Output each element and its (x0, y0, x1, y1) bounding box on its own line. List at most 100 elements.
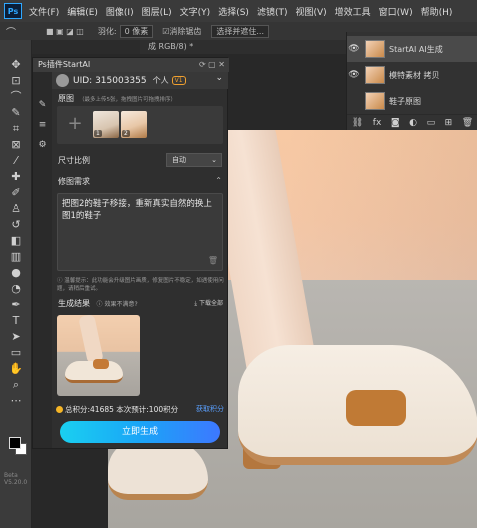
layer-row[interactable]: 鞋子原图 (347, 88, 477, 114)
fx-icon[interactable]: fx (373, 118, 382, 128)
menu-file[interactable]: 文件(F) (25, 5, 63, 18)
menu-help[interactable]: 帮助(H) (417, 5, 457, 18)
layer-thumbnail (365, 92, 385, 110)
bow-image (346, 390, 406, 426)
pen-icon[interactable]: ✒ (8, 298, 24, 312)
eyedropper-icon[interactable]: ⁄ (8, 154, 24, 168)
layer-thumbnail (365, 40, 385, 58)
download-all-button[interactable]: ⤓ 下载全部 (194, 298, 223, 308)
adjust-icon[interactable]: ◐ (409, 118, 417, 128)
clear-text-icon[interactable]: 🗑 (208, 255, 218, 267)
mask-icon[interactable]: ◙ (391, 118, 400, 128)
tools-panel: ✥ ⊡ ⌒ ✎ ⌗ ⊠ ⁄ ✚ ✐ ♙ ↺ ◧ ▥ ● ◔ ✒ T ➤ ▭ ✋ … (0, 40, 32, 528)
visibility-eye-icon[interactable]: 👁 (347, 44, 361, 54)
user-avatar-icon (56, 74, 69, 87)
aspect-ratio-label: 尺寸比例 (58, 155, 90, 165)
visibility-eye-icon[interactable]: 👁 (347, 70, 361, 80)
generate-button[interactable]: 立即生成 (60, 421, 220, 443)
gradient-icon[interactable]: ▥ (8, 250, 24, 264)
document-tab[interactable]: 成 RGB/8) * (140, 40, 360, 54)
antialias-label: 消除锯齿 (169, 26, 202, 36)
brush-icon[interactable]: ✐ (8, 186, 24, 200)
select-and-mask-button[interactable]: 选择并遮住... (211, 24, 270, 38)
menu-view[interactable]: 视图(V) (291, 5, 330, 18)
dodge-icon[interactable]: ◔ (8, 282, 24, 296)
menu-type[interactable]: 文字(Y) (176, 5, 215, 18)
frame-icon[interactable]: ⊠ (8, 138, 24, 152)
move-icon[interactable]: ✥ (8, 58, 24, 72)
chevron-down-icon[interactable]: ⌄ (215, 73, 223, 83)
user-info-row[interactable]: UID: 315003355 个人 V1 ⌄ (52, 72, 228, 89)
aspect-ratio-select[interactable]: 自动 ⌄ (166, 153, 222, 167)
stamp-icon[interactable]: ♙ (8, 202, 24, 216)
menu-bar: Ps 文件(F) 编辑(E) 图像(I) 图层(L) 文字(Y) 选择(S) 滤… (0, 0, 477, 22)
menu-select[interactable]: 选择(S) (214, 5, 253, 18)
result-label: 生成结果 (58, 299, 90, 308)
image-upload-area[interactable]: + 1 2 (57, 106, 223, 144)
zoom-icon[interactable]: ⌕ (8, 378, 24, 392)
uploaded-image-2[interactable]: 2 (121, 111, 147, 138)
lasso-tool-icon[interactable]: ⌒ (6, 24, 16, 39)
more-icon[interactable]: ⋯ (8, 394, 24, 408)
crop-icon[interactable]: ⌗ (8, 122, 24, 136)
plugin-window-controls[interactable]: ⟳ ▢ ✕ (199, 58, 225, 72)
requirement-textarea[interactable]: 把图2的鞋子移接，重新真实自然的换上图1的鞋子 🗑 (57, 193, 223, 271)
settings-gear-icon[interactable]: ⚙ (37, 140, 48, 150)
edit-icon[interactable]: ✎ (37, 100, 48, 110)
add-image-icon[interactable]: + (65, 114, 85, 134)
points-text: 总积分:41685 本次预计:100积分 (65, 404, 179, 414)
vip-badge: V1 (171, 76, 186, 85)
eraser-icon[interactable]: ◧ (8, 234, 24, 248)
layer-thumbnail (365, 66, 385, 84)
selection-mode-icons[interactable]: ■ ▣ ◪ ◫ (46, 27, 84, 36)
antialias-checkbox[interactable]: ☑ (162, 27, 169, 36)
result-header: 生成结果 ⓘ 效果不满意? ⤓ 下载全部 (58, 298, 223, 309)
menu-window[interactable]: 窗口(W) (375, 5, 417, 18)
layers-icon[interactable]: ≡ (37, 120, 48, 130)
hand-icon[interactable]: ✋ (8, 362, 24, 376)
uploaded-image-1[interactable]: 1 (93, 111, 119, 138)
menu-image[interactable]: 图像(I) (102, 5, 138, 18)
menu-layer[interactable]: 图层(L) (138, 5, 176, 18)
plugin-sidebar: ✎ ≡ ⚙ (33, 72, 52, 448)
layers-panel: 👁 StartAI AI生成 👁 模特素材 拷贝 鞋子原图 ⛓ fx ◙ ◐ ▭… (346, 32, 477, 130)
chevron-up-icon[interactable]: ⌃ (215, 176, 222, 185)
type-icon[interactable]: T (8, 314, 24, 328)
requirement-label: 修图需求 (58, 177, 90, 186)
healing-icon[interactable]: ✚ (8, 170, 24, 184)
link-icon[interactable]: ⛓ (352, 118, 363, 128)
menu-plugins[interactable]: 增效工具 (331, 5, 375, 18)
photoshop-window: Ps 文件(F) 编辑(E) 图像(I) 图层(L) 文字(Y) 选择(S) 滤… (0, 0, 477, 528)
coin-icon (56, 405, 63, 413)
rectangle-icon[interactable]: ▭ (8, 346, 24, 360)
layer-row[interactable]: 👁 模特素材 拷贝 (347, 62, 477, 88)
layers-footer: ⛓ fx ◙ ◐ ▭ ⊞ 🗑 (347, 114, 477, 130)
get-points-link[interactable]: 获取积分 (196, 404, 224, 414)
artboard-icon[interactable]: ⊡ (8, 74, 24, 88)
dissatisfied-link[interactable]: ⓘ 效果不满意? (97, 301, 138, 308)
result-thumbnail[interactable] (57, 315, 140, 396)
layer-row[interactable]: 👁 StartAI AI生成 (347, 36, 477, 62)
new-layer-icon[interactable]: ⊞ (445, 118, 453, 128)
version-label: Beta V5.20.0 (4, 472, 28, 486)
folder-icon[interactable]: ▭ (427, 118, 436, 128)
uid-text: UID: 315003355 (73, 75, 147, 86)
quick-select-icon[interactable]: ✎ (8, 106, 24, 120)
startai-plugin-panel: Ps插件StartAI ⟳ ▢ ✕ ✎ ≡ ⚙ UID: 315003355 个… (32, 57, 229, 449)
plugin-title: Ps插件StartAI (38, 60, 91, 69)
path-select-icon[interactable]: ➤ (8, 330, 24, 344)
aspect-ratio-row: 尺寸比例 自动 ⌄ (52, 150, 228, 170)
foreground-color-swatch[interactable] (9, 437, 21, 449)
menu-filter[interactable]: 滤镜(T) (253, 5, 292, 18)
layer-name: 模特素材 拷贝 (389, 70, 440, 80)
history-brush-icon[interactable]: ↺ (8, 218, 24, 232)
lasso-icon[interactable]: ⌒ (8, 90, 24, 104)
menu-edit[interactable]: 编辑(E) (63, 5, 102, 18)
plugin-header: Ps插件StartAI ⟳ ▢ ✕ (33, 58, 229, 72)
trash-icon[interactable]: 🗑 (462, 118, 473, 128)
feather-label: 羽化: (97, 26, 117, 36)
feather-input[interactable]: 0 像素 (119, 24, 154, 38)
requirement-header[interactable]: 修图需求 ⌃ (52, 176, 228, 190)
chevron-down-icon: ⌄ (211, 156, 217, 164)
blur-icon[interactable]: ● (8, 266, 24, 280)
